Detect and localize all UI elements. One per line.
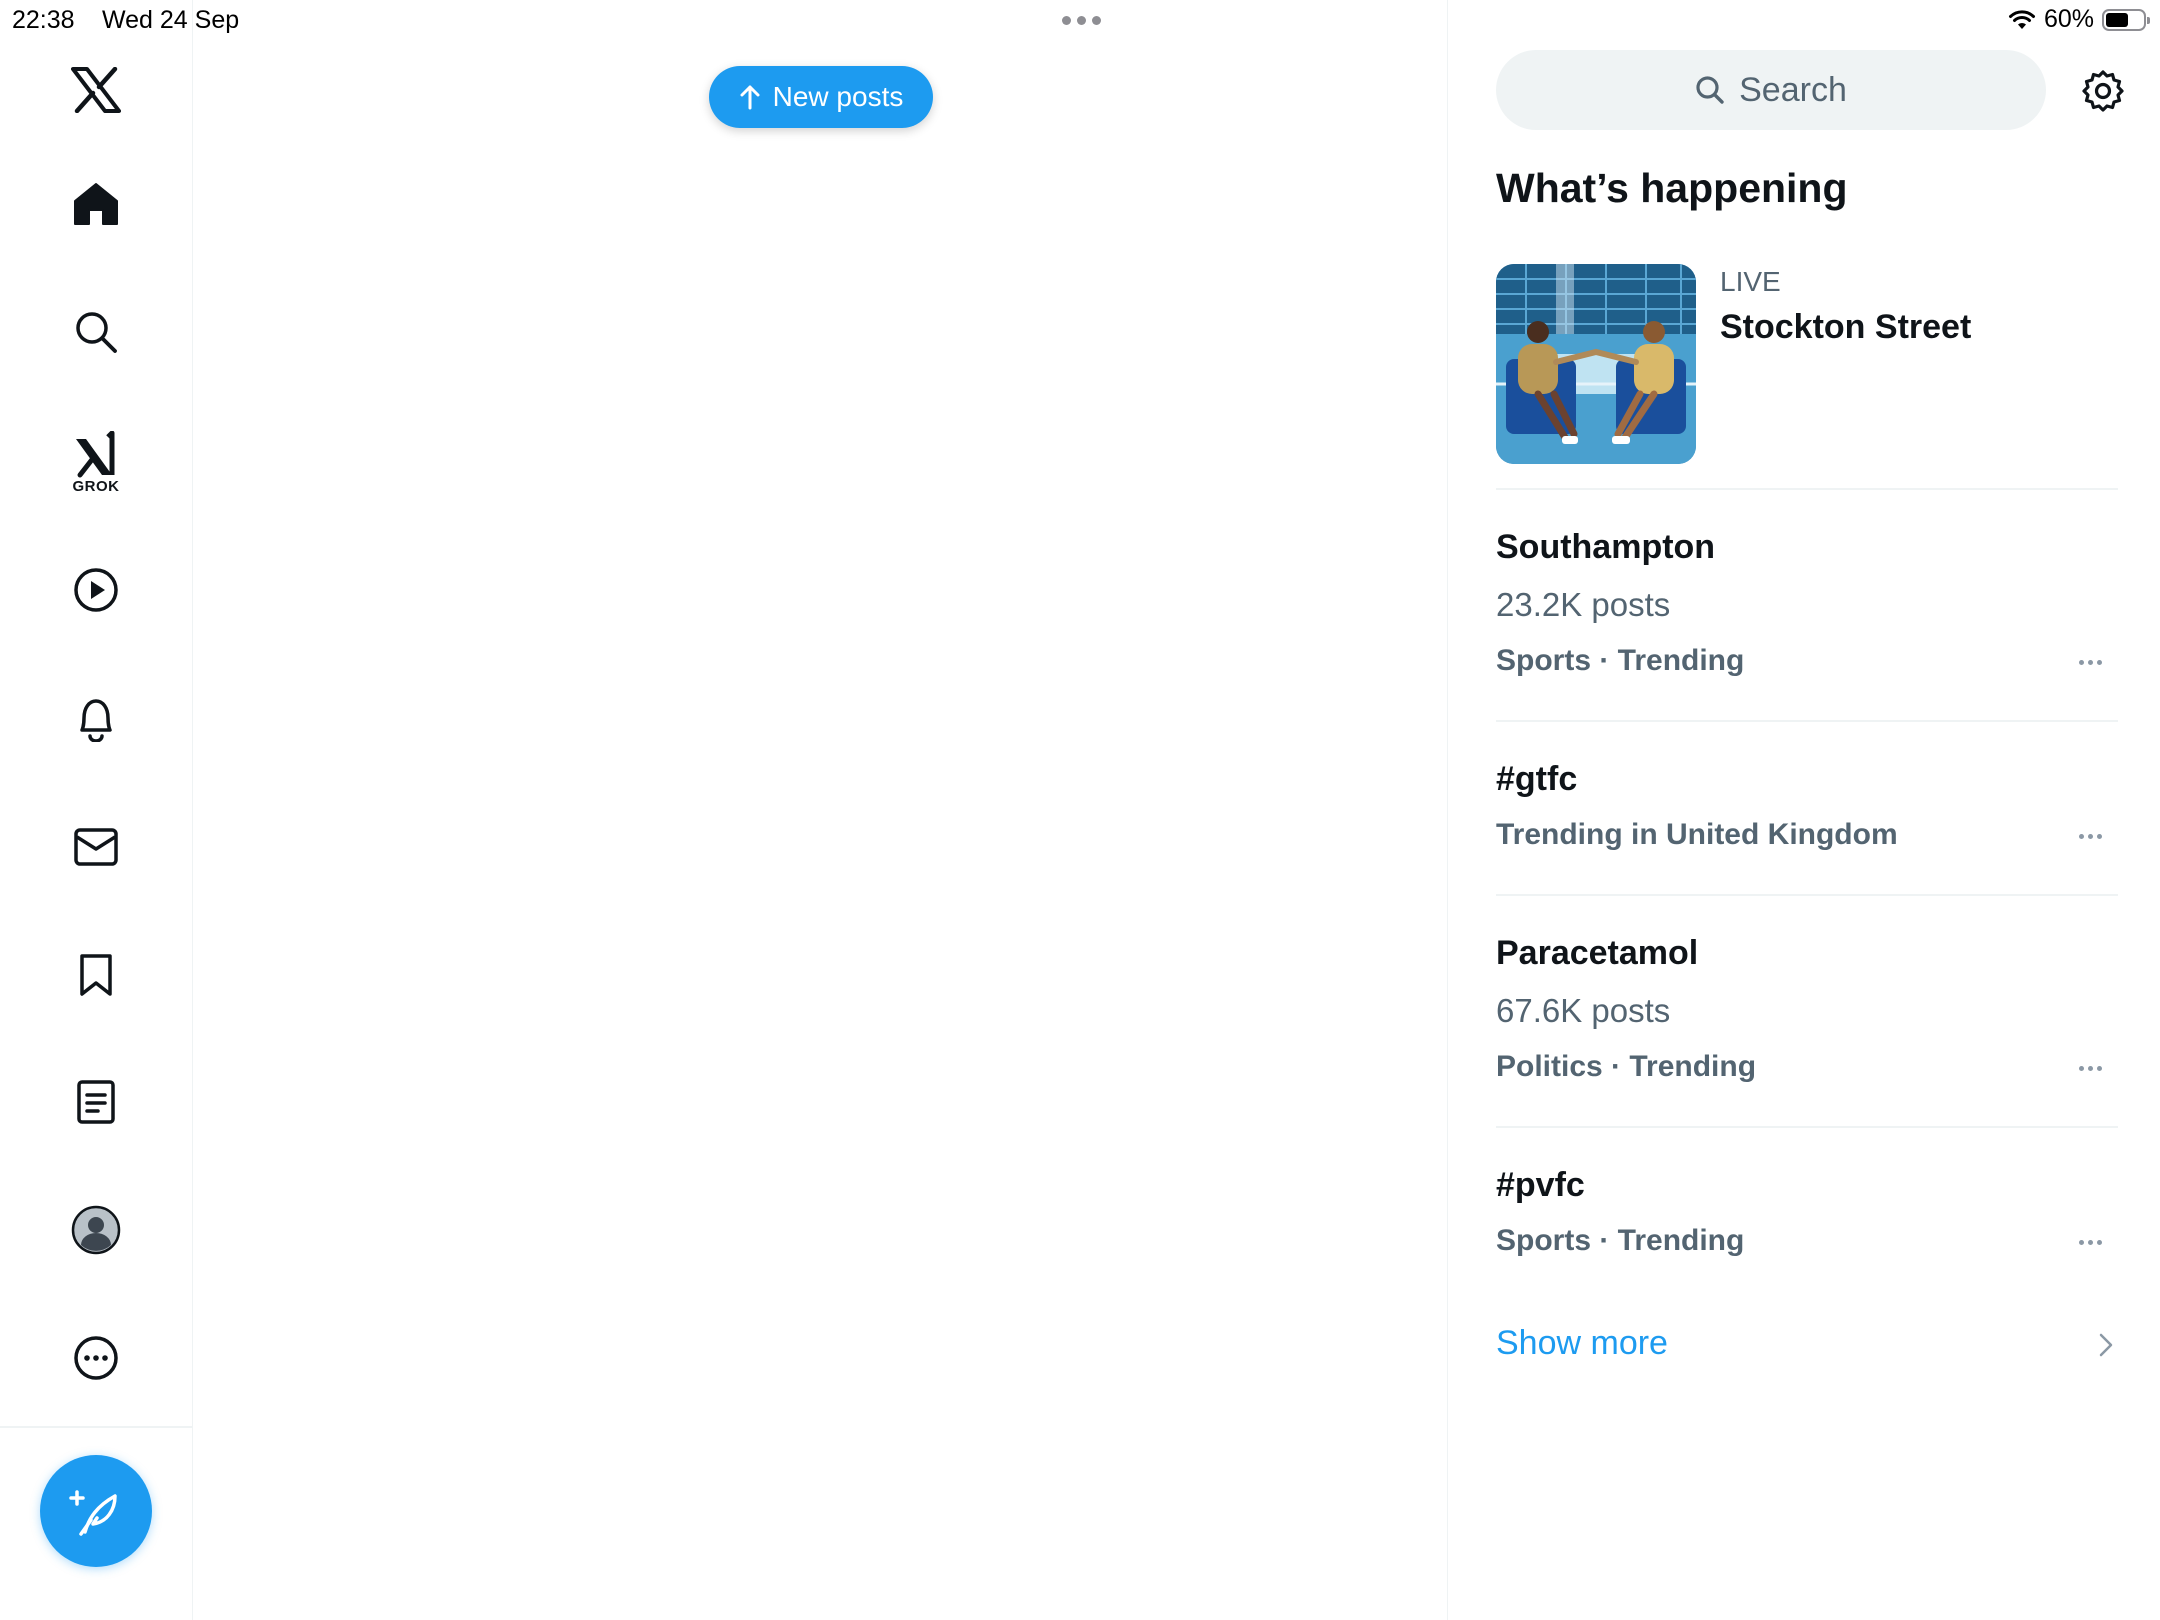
live-event-thumbnail bbox=[1496, 264, 1696, 464]
grok-icon[interactable] bbox=[66, 425, 126, 485]
trend-more-options-icon[interactable] bbox=[2079, 834, 2102, 839]
trend-category: Sports · Trending bbox=[1496, 1224, 1745, 1257]
trend-more-options-icon[interactable] bbox=[2079, 1240, 2102, 1245]
search-icon[interactable] bbox=[66, 302, 126, 362]
x-app-screen: 22:38 Wed 24 Sep 60% GROK New posts Sear… bbox=[0, 0, 2160, 1620]
trend-title: Paracetamol bbox=[1496, 934, 1699, 972]
compose-post-button[interactable] bbox=[40, 1455, 152, 1567]
compose-feather-icon bbox=[69, 1490, 117, 1536]
settings-gear-icon[interactable] bbox=[2080, 68, 2126, 114]
bookmark-icon[interactable] bbox=[66, 945, 126, 1005]
show-more-label: Show more bbox=[1496, 1324, 1668, 1362]
trend-post-count: 23.2K posts bbox=[1496, 586, 1671, 623]
trend-item[interactable]: #gtfc Trending in United Kingdom bbox=[1496, 722, 2118, 896]
live-label: LIVE bbox=[1720, 266, 1781, 297]
trend-category: Trending in United Kingdom bbox=[1496, 818, 1898, 851]
trend-post-count: 67.6K posts bbox=[1496, 992, 1671, 1029]
lists-icon[interactable] bbox=[66, 1072, 126, 1132]
main-timeline: New posts bbox=[193, 0, 1447, 1620]
search-icon bbox=[1696, 76, 1724, 104]
right-sidebar: Search What’s happening LIVE Stockton St… bbox=[1447, 0, 2160, 1620]
bell-icon[interactable] bbox=[66, 689, 126, 749]
new-posts-label: New posts bbox=[772, 81, 904, 112]
home-icon[interactable] bbox=[66, 174, 126, 234]
trend-item[interactable]: Paracetamol 67.6K posts Politics · Trend… bbox=[1496, 896, 2118, 1128]
trend-item[interactable]: #pvfc Sports · Trending bbox=[1496, 1128, 2118, 1302]
trend-title: Southampton bbox=[1496, 528, 1716, 566]
new-posts-button[interactable]: New posts bbox=[709, 66, 933, 128]
trend-more-options-icon[interactable] bbox=[2079, 660, 2102, 665]
video-play-icon[interactable] bbox=[66, 560, 126, 620]
sidebar-divider bbox=[0, 1426, 193, 1428]
trend-category: Sports · Trending bbox=[1496, 644, 1745, 677]
search-bar[interactable]: Search bbox=[1496, 50, 2046, 130]
mail-icon[interactable] bbox=[66, 817, 126, 877]
search-placeholder: Search bbox=[1739, 70, 1847, 109]
show-more-link[interactable]: Show more bbox=[1496, 1324, 2118, 1374]
whats-happening-heading: What’s happening bbox=[1496, 165, 1848, 211]
arrow-up-icon bbox=[740, 85, 760, 110]
live-event-card[interactable]: LIVE Stockton Street bbox=[1496, 264, 2118, 490]
trend-title: #pvfc bbox=[1496, 1166, 1585, 1204]
trend-category: Politics · Trending bbox=[1496, 1050, 1757, 1083]
live-event-title: Stockton Street bbox=[1720, 308, 1972, 346]
chevron-right-icon bbox=[2099, 1333, 2113, 1357]
grok-label: GROK bbox=[72, 478, 120, 495]
trend-more-options-icon[interactable] bbox=[2079, 1066, 2102, 1071]
profile-avatar-icon[interactable] bbox=[66, 1200, 126, 1260]
trend-item[interactable]: Southampton 23.2K posts Sports · Trendin… bbox=[1496, 490, 2118, 722]
trend-title: #gtfc bbox=[1496, 760, 1578, 798]
sidebar-nav: GROK bbox=[0, 0, 193, 1620]
more-circle-icon[interactable] bbox=[66, 1328, 126, 1388]
x-logo-icon[interactable] bbox=[66, 60, 126, 120]
